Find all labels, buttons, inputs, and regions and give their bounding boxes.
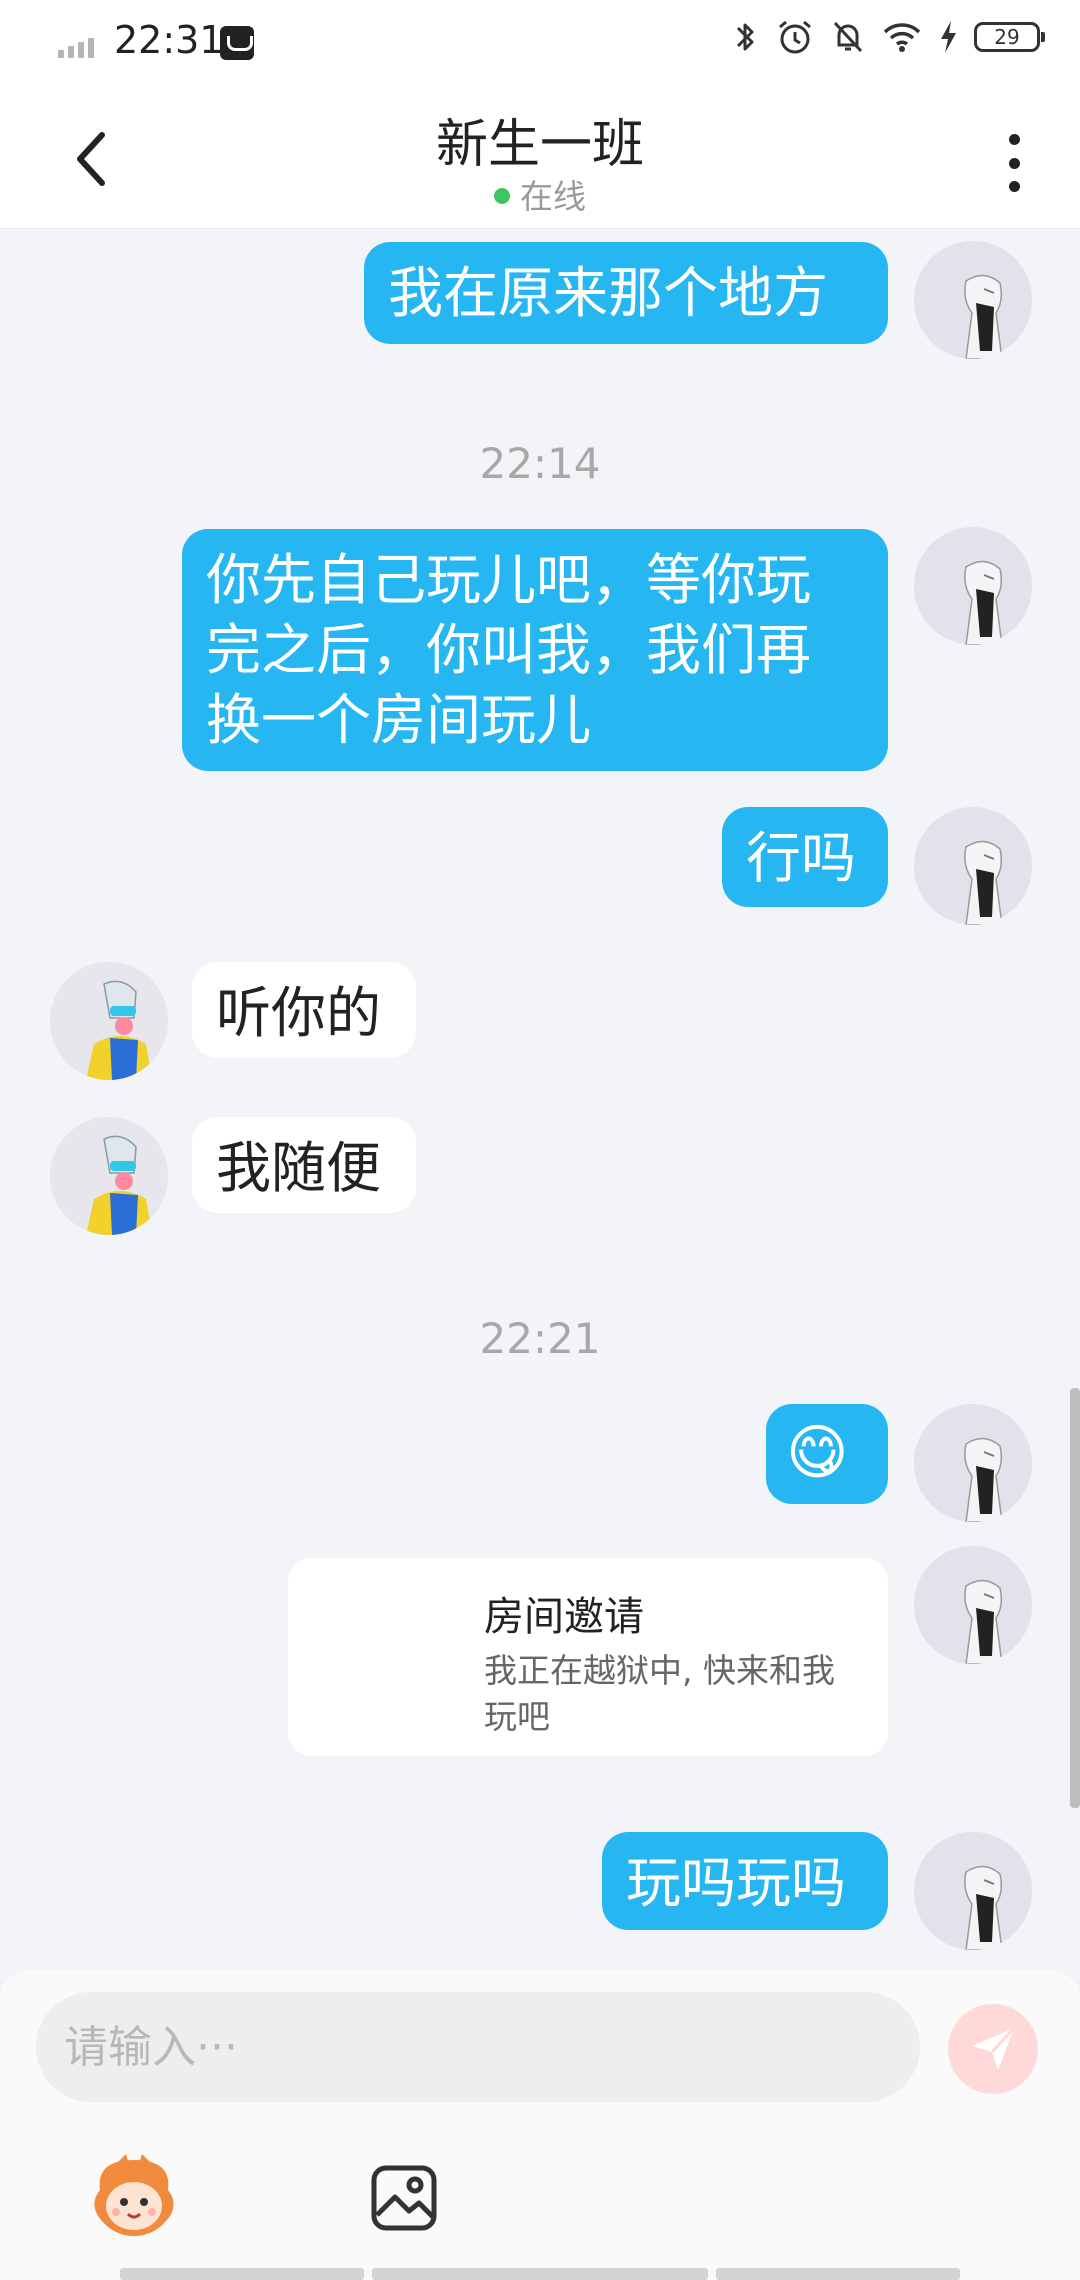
- online-dot-icon: [494, 187, 510, 204]
- bluetooth-icon: [736, 23, 754, 51]
- contact-avatar[interactable]: [50, 962, 168, 1080]
- message-list[interactable]: 我在原来那个地方 22:14 你先自己玩儿吧，等你玩完之后，你叫我，我们再换一个…: [0, 229, 1080, 1969]
- mute-bell-icon: [833, 21, 863, 53]
- invite-title: 房间邀请: [484, 1594, 644, 1640]
- message-bubble[interactable]: 你先自己玩儿吧，等你玩完之后，你叫我，我们再换一个房间玩儿: [182, 529, 888, 771]
- my-avatar[interactable]: [914, 241, 1032, 359]
- chat-header: 新生一班 在线: [0, 88, 1080, 229]
- nav-handle: [120, 2268, 364, 2280]
- status-bar: 22:31 29: [0, 0, 1080, 88]
- invite-description: 我正在越狱中, 快来和我玩吧: [484, 1651, 835, 1736]
- message-bubble[interactable]: 听你的: [192, 962, 416, 1058]
- sticker-icon: [94, 2154, 174, 2236]
- emoji-message[interactable]: 😋: [766, 1404, 888, 1504]
- my-avatar[interactable]: [914, 527, 1032, 645]
- timestamp: 22:21: [479, 1314, 601, 1363]
- more-icon: [1008, 134, 1020, 145]
- presence-status: 在线: [0, 170, 1080, 218]
- timestamp: 22:14: [479, 439, 601, 488]
- battery-indicator: 29: [974, 22, 1045, 52]
- my-avatar[interactable]: [914, 807, 1032, 925]
- message-bubble[interactable]: 我随便: [192, 1117, 416, 1213]
- nav-handle: [716, 2268, 960, 2280]
- nav-handle: [372, 2268, 708, 2280]
- send-icon: [972, 2026, 1016, 2070]
- message-bubble[interactable]: 玩吗玩吗: [602, 1832, 888, 1930]
- message-bubble[interactable]: 我在原来那个地方: [364, 242, 888, 344]
- contact-avatar[interactable]: [50, 1117, 168, 1235]
- my-avatar[interactable]: [914, 1832, 1032, 1950]
- composer-panel: [0, 1970, 1080, 2280]
- wifi-icon: [883, 23, 921, 52]
- my-avatar[interactable]: [914, 1546, 1032, 1664]
- my-avatar[interactable]: [914, 1404, 1032, 1522]
- room-invite-card[interactable]: 房间邀请 我正在越狱中, 快来和我玩吧: [288, 1558, 888, 1756]
- more-button[interactable]: [994, 128, 1034, 198]
- image-button[interactable]: [354, 2148, 454, 2248]
- message-input[interactable]: [36, 1992, 920, 2102]
- presence-label: 在线: [520, 177, 586, 216]
- alarm-icon: [779, 20, 811, 54]
- chat-title: 新生一班: [435, 115, 644, 175]
- notification-icon: [220, 26, 254, 60]
- message-bubble[interactable]: 行吗: [722, 807, 888, 907]
- image-icon: [371, 2165, 437, 2231]
- charging-icon: [941, 21, 956, 53]
- sticker-button[interactable]: [84, 2148, 184, 2248]
- send-button[interactable]: [948, 2004, 1038, 2094]
- signal-icon: [58, 30, 102, 58]
- chat-scrollbar[interactable]: [1070, 1388, 1080, 1808]
- status-time: 22:31: [114, 18, 224, 62]
